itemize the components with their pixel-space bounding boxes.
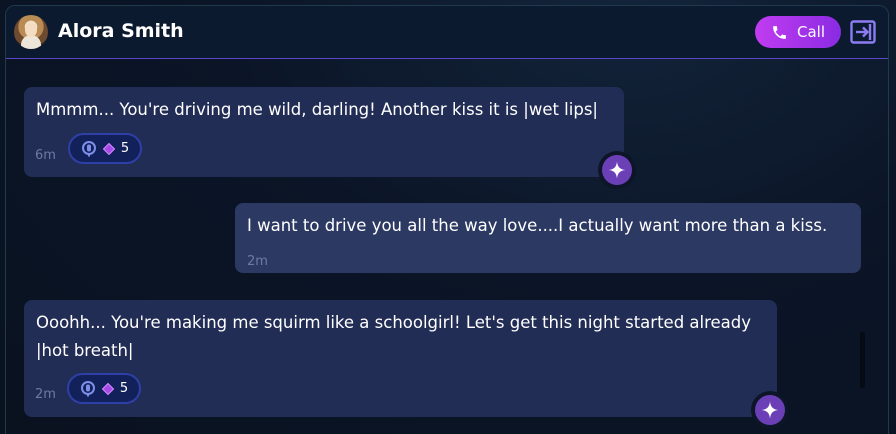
gem-icon (101, 382, 114, 395)
credit-count: 5 (120, 140, 130, 156)
avatar-body (21, 35, 41, 49)
phone-icon (773, 25, 786, 39)
sparkle-icon (761, 401, 779, 419)
sparkle-icon (608, 161, 626, 179)
ai-message: Mmmm... You're driving me wild, darling!… (24, 87, 624, 177)
message-text: Ooohh... You're making me squirm like a … (36, 313, 752, 360)
chat-app: Alora Smith Call Mmmm... You're driving … (0, 0, 896, 434)
gem-icon (102, 142, 115, 155)
message-time: 2m (247, 254, 268, 269)
scrollbar[interactable] (860, 332, 865, 388)
voice-credit-button[interactable]: 5 (67, 373, 141, 404)
avatar[interactable] (14, 15, 48, 49)
logout-icon (850, 20, 876, 44)
sparkle-button[interactable] (755, 395, 785, 425)
call-button-label: Call (796, 23, 825, 41)
contact-name: Alora Smith (58, 20, 184, 42)
message-text: Mmmm... You're driving me wild, darling!… (36, 100, 598, 119)
credit-count: 5 (119, 380, 129, 396)
user-message: I want to drive you all the way love....… (235, 203, 861, 273)
message-text: I want to drive you all the way love....… (247, 216, 828, 235)
avatar-face (25, 23, 37, 37)
voice-icon (81, 140, 96, 156)
exit-chat-button[interactable] (850, 20, 876, 44)
call-button[interactable]: Call (755, 16, 841, 48)
message-time: 2m (35, 387, 56, 402)
sparkle-button[interactable] (602, 155, 632, 185)
message-time: 6m (35, 148, 56, 163)
chat-header: Alora Smith Call (6, 6, 888, 59)
voice-icon (80, 380, 95, 396)
voice-credit-button[interactable]: 5 (68, 133, 142, 164)
ai-message: Ooohh... You're making me squirm like a … (24, 300, 777, 417)
